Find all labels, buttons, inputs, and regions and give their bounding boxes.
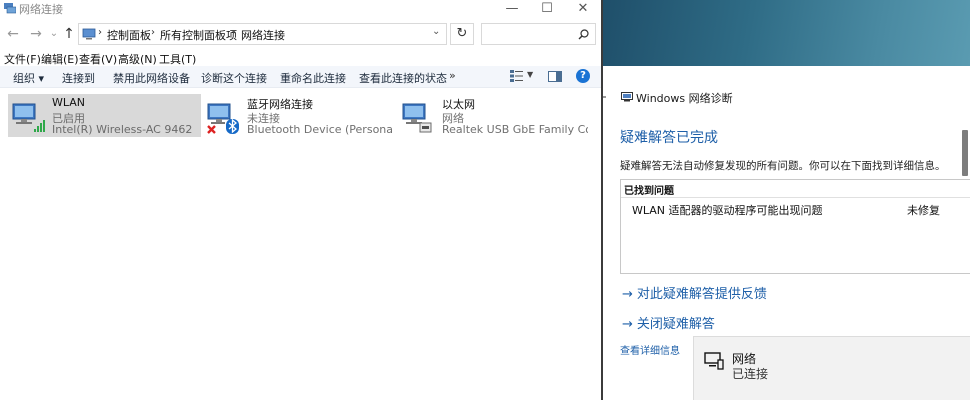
diagnose-connection-button[interactable]: 诊断这个连接 (201, 70, 267, 86)
address-row: ← → ⌄ ↑ › 控制面板 › 所有控制面板项 › 网络连接 ⌄ ↻ (0, 20, 601, 48)
breadcrumb-separator: › (98, 27, 102, 38)
close-troubleshooter-link[interactable]: → 关闭疑难解答 (622, 313, 715, 332)
troubleshoot-description: 疑难解答无法自动修复发现的所有问题。你可以在下面找到详细信息。 (620, 160, 946, 172)
adapter-item-bluetooth[interactable]: 蓝牙网络连接 未连接 Bluetooth Device (Personal Ar… (203, 94, 396, 137)
menu-tools[interactable]: 工具(T) (159, 51, 196, 67)
more-commands-button[interactable]: » (449, 69, 456, 82)
close-troubleshooter-label: 关闭疑难解答 (636, 317, 715, 332)
network-connections-icon (4, 3, 16, 14)
adapter-item-ethernet[interactable]: 以太网 网络 Realtek USB GbE Family Contr... (398, 94, 591, 137)
issue-text[interactable]: WLAN 适配器的驱动程序可能出现问题 (632, 202, 823, 218)
adapter-name: WLAN (52, 96, 86, 109)
address-bar[interactable]: › 控制面板 › 所有控制面板项 › 网络连接 ⌄ (78, 23, 447, 45)
disable-device-button[interactable]: 禁用此网络设备 (113, 70, 190, 86)
menu-advanced[interactable]: 高级(N) (118, 51, 157, 67)
network-status: 已连接 (732, 367, 769, 381)
window-title: 网络连接 (19, 3, 63, 16)
network-flyout-item[interactable]: 网络 已连接 (693, 336, 970, 400)
minimize-button[interactable]: — (495, 0, 529, 18)
breadcrumb-all-items[interactable]: 所有控制面板项 (160, 27, 237, 43)
ethernet-adapter-icon (402, 103, 432, 133)
adapter-device: Intel(R) Wireless-AC 9462 (52, 123, 193, 136)
arrow-right-icon: → (622, 287, 633, 302)
divider-tick (603, 96, 606, 98)
feedback-link-label: 对此疑难解答提供反馈 (636, 287, 767, 302)
adapter-device: Bluetooth Device (Personal Are... (247, 123, 393, 136)
menu-file[interactable]: 文件(F) (4, 51, 41, 67)
title-bar[interactable]: 网络连接 — ☐ ✕ (0, 0, 601, 18)
rename-connection-button[interactable]: 重命名此连接 (280, 70, 346, 86)
breadcrumb-control-panel[interactable]: 控制面板 (107, 27, 151, 43)
menu-bar: 文件(F) 编辑(E) 查看(V) 高级(N) 工具(T) (0, 49, 601, 66)
forward-button[interactable]: → (27, 24, 45, 44)
adapter-device: Realtek USB GbE Family Contr... (442, 123, 588, 136)
back-button[interactable]: ← (4, 24, 22, 44)
control-panel-icon (82, 28, 96, 40)
breadcrumb-separator: › (151, 27, 155, 38)
up-button[interactable]: ↑ (60, 24, 78, 44)
desktop-background (603, 0, 970, 66)
close-button[interactable]: ✕ (566, 0, 600, 18)
diagnostics-title: Windows 网络诊断 (636, 92, 733, 105)
command-bar: 组织 ▾ 连接到 禁用此网络设备 诊断这个连接 重命名此连接 查看此连接的状态 … (0, 66, 601, 88)
change-view-icon[interactable] (510, 70, 524, 82)
issue-status: 未修复 (907, 204, 940, 217)
scrollbar-thumb[interactable] (962, 130, 968, 176)
chevron-down-icon[interactable]: ⌄ (432, 26, 440, 37)
organize-button[interactable]: 组织 ▾ (13, 70, 44, 86)
menu-view[interactable]: 查看(V) (79, 51, 117, 67)
breadcrumb-separator: › (232, 27, 236, 38)
help-button[interactable]: ? (576, 69, 590, 83)
view-options-chevron-icon[interactable]: ▼ (527, 70, 533, 79)
adapter-item-wlan[interactable]: WLAN 已启用 Intel(R) Wireless-AC 9462 (8, 94, 201, 137)
breadcrumb-network-connections[interactable]: 网络连接 (241, 27, 285, 43)
wired-network-icon (704, 352, 724, 370)
view-details-link[interactable]: 查看详细信息 (620, 342, 680, 357)
divider (621, 197, 970, 198)
preview-pane-icon[interactable] (548, 71, 562, 82)
refresh-button[interactable]: ↻ (450, 23, 474, 45)
diagnostics-icon (621, 92, 633, 102)
feedback-link[interactable]: → 对此疑难解答提供反馈 (622, 283, 767, 302)
search-input[interactable] (481, 23, 596, 45)
network-connections-window: 网络连接 — ☐ ✕ ← → ⌄ ↑ › 控制面板 › 所有控制面板项 › 网络… (0, 0, 601, 400)
bluetooth-adapter-icon (207, 103, 239, 134)
maximize-button[interactable]: ☐ (530, 0, 564, 18)
menu-edit[interactable]: 编辑(E) (41, 51, 79, 67)
troubleshoot-complete-heading: 疑难解答已完成 (620, 130, 718, 146)
problems-found-panel: 已找到问题 WLAN 适配器的驱动程序可能出现问题 未修复 (620, 179, 970, 274)
problems-found-header: 已找到问题 (624, 186, 674, 197)
view-status-button[interactable]: 查看此连接的状态 (359, 70, 447, 86)
search-icon (578, 29, 589, 40)
wifi-adapter-icon (12, 103, 45, 132)
arrow-right-icon: → (622, 317, 633, 332)
connect-to-button[interactable]: 连接到 (62, 70, 95, 86)
